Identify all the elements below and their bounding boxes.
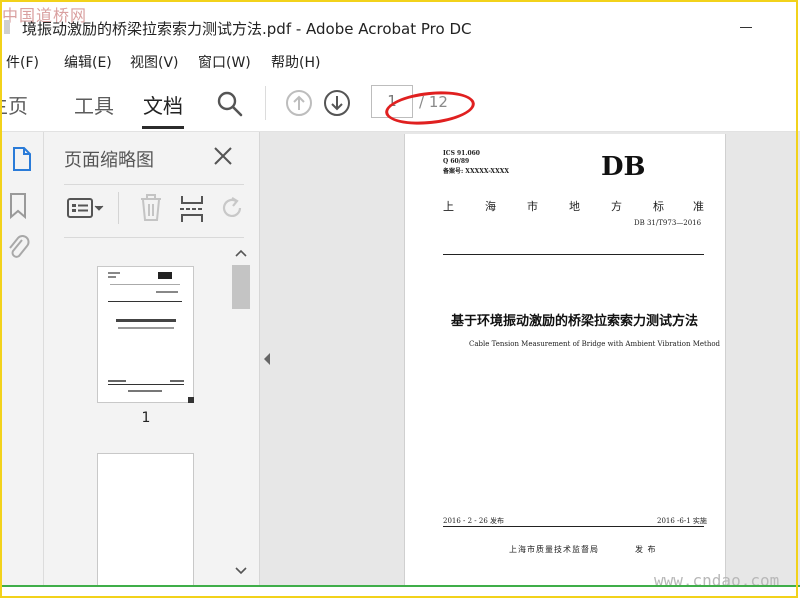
implementation-date: 2016 -6-1 实施 [657,517,707,525]
document-title-cn: 基于环境振动激励的桥梁拉索索力测试方法 [451,314,699,329]
panel-divider [64,237,244,238]
minimize-icon[interactable] [740,27,752,28]
std-char-1: 上 [443,200,454,213]
issue-date: 2016 - 2 - 26 发布 [443,517,505,525]
document-page[interactable]: ICS 91.060 Q 60/89 备案号: XXXXX-XXXX DB 上 … [404,134,726,586]
arrow-up-circle-icon[interactable] [285,89,313,117]
thumbnail-options-icon[interactable] [66,196,106,220]
attachment-icon[interactable] [6,234,30,262]
insert-page-icon[interactable] [178,194,206,224]
std-char-5: 方 [611,200,622,213]
std-char-7: 准 [693,200,704,213]
db-mark: DB [601,152,646,182]
close-icon[interactable] [212,145,234,167]
menu-window[interactable]: 窗口(W) [198,52,251,72]
watermark-bottom: www.cndao.com [654,571,780,590]
delete-icon[interactable] [138,194,164,222]
bottom-accent-line [0,585,800,587]
page-thumbnail-1[interactable] [97,266,194,403]
page-thumbnail-2[interactable] [97,453,194,586]
page-thumbnails-icon[interactable] [10,146,32,172]
tab-tools[interactable]: 工具 [74,90,114,119]
std-char-4: 地 [569,200,580,213]
menu-help[interactable]: 帮助(H) [271,52,320,72]
chevron-down-icon[interactable] [234,566,248,576]
class-code: Q 60/89 [443,158,470,165]
collapse-panel-icon[interactable] [262,352,272,366]
std-char-2: 海 [485,200,496,213]
menu-bar: 件(F) 编辑(E) 视图(V) 窗口(W) 帮助(H) [0,46,800,74]
active-tab-indicator [142,126,184,129]
bookmark-icon[interactable] [8,192,28,220]
standard-number: DB 31/T973—2016 [634,219,702,227]
footer-rule [443,526,704,527]
arrow-down-circle-icon[interactable] [323,89,351,117]
tab-document[interactable]: 文档 [143,90,183,119]
window-title: 境振动激励的桥梁拉索索力测试方法.pdf - Adobe Acrobat Pro… [22,20,472,38]
menu-file[interactable]: 件(F) [6,52,39,72]
tab-home[interactable]: 主页 [0,90,28,119]
header-rule [443,254,704,255]
thumbnail-preview [108,272,184,392]
rotate-icon[interactable] [220,196,246,222]
ics-code: ICS 91.060 [443,150,480,157]
issuer: 上海市质量技术监督局 [509,545,599,554]
menu-edit[interactable]: 编辑(E) [64,52,112,72]
std-char-3: 市 [527,200,538,213]
issue-word: 发 布 [635,545,657,554]
search-icon[interactable] [216,90,244,118]
document-title-en: Cable Tension Measurement of Bridge with… [469,340,721,348]
std-char-6: 标 [653,200,664,213]
thumbnail-label: 1 [141,410,151,426]
record-number: 备案号: XXXXX-XXXX [443,168,510,175]
panel-tool-separator [118,192,119,224]
app-icon [4,20,10,34]
panel-divider [64,184,244,185]
panel-title: 页面缩略图 [64,150,154,171]
menu-view[interactable]: 视图(V) [130,52,179,72]
chevron-up-icon[interactable] [234,248,248,258]
scrollbar-thumb[interactable] [232,265,250,309]
toolbar-separator [265,86,266,120]
thumbnail-selection-marker [188,397,194,403]
